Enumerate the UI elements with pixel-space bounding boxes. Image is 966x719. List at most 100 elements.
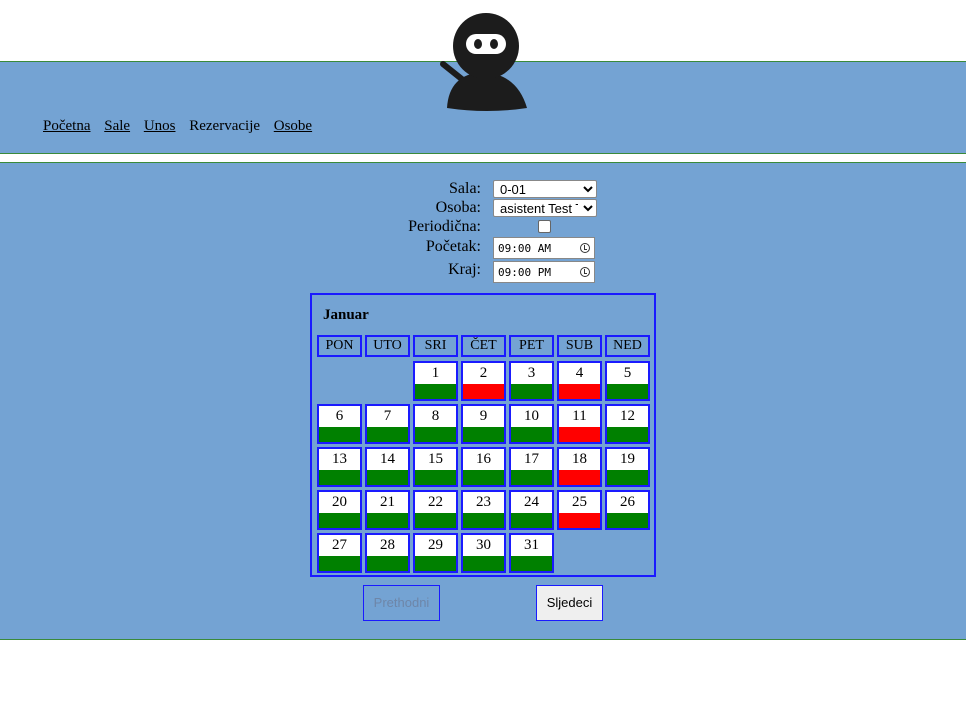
next-button[interactable]: Sljedeci <box>536 585 603 621</box>
availability-bar-free <box>415 470 456 485</box>
availability-bar-busy <box>559 470 600 485</box>
periodicna-checkbox[interactable] <box>538 220 551 233</box>
calendar-day-cell[interactable]: 21 <box>365 490 410 530</box>
day-number: 28 <box>380 537 395 553</box>
calendar-day-cell[interactable]: 24 <box>509 490 554 530</box>
calendar-day-cell[interactable]: 11 <box>557 404 602 444</box>
calendar-day-cell[interactable]: 15 <box>413 447 458 487</box>
day-number: 1 <box>431 365 440 381</box>
availability-bar-free <box>367 556 408 571</box>
day-number: 29 <box>428 537 443 553</box>
calendar-day-cell[interactable]: 13 <box>317 447 362 487</box>
day-number: 2 <box>479 365 488 381</box>
availability-bar-busy <box>559 513 600 528</box>
day-number: 5 <box>623 365 632 381</box>
nav-item-sale[interactable]: Sale <box>104 118 130 134</box>
availability-bar-free <box>511 470 552 485</box>
weekday-header: SUB <box>557 335 602 357</box>
calendar-day-cell[interactable]: 19 <box>605 447 650 487</box>
calendar-day-cell[interactable]: 23 <box>461 490 506 530</box>
day-number: 3 <box>527 365 536 381</box>
day-number: 7 <box>383 408 392 424</box>
weekday-header: PON <box>317 335 362 357</box>
calendar-day-cell[interactable]: 22 <box>413 490 458 530</box>
day-number: 23 <box>476 494 491 510</box>
month-title: Januar <box>323 307 369 323</box>
nav-item-unos[interactable]: Unos <box>144 118 176 134</box>
main-nav: Početna Sale Unos Rezervacije Osobe <box>43 118 322 135</box>
day-number: 12 <box>620 408 635 424</box>
nav-item-pocetna[interactable]: Početna <box>43 118 90 134</box>
day-number: 13 <box>332 451 347 467</box>
sala-label: Sala: <box>449 180 481 197</box>
weekday-header: NED <box>605 335 650 357</box>
calendar-day-cell[interactable]: 4 <box>557 361 602 401</box>
calendar-day-cell[interactable]: 8 <box>413 404 458 444</box>
clock-icon[interactable] <box>580 243 590 253</box>
osoba-label: Osoba: <box>435 199 481 216</box>
day-number: 17 <box>524 451 539 467</box>
availability-bar-free <box>607 513 648 528</box>
availability-bar-busy <box>463 384 504 399</box>
periodicna-label: Periodična: <box>408 218 481 235</box>
calendar-day-cell[interactable]: 6 <box>317 404 362 444</box>
availability-bar-free <box>319 513 360 528</box>
calendar-day-cell[interactable]: 1 <box>413 361 458 401</box>
day-number: 14 <box>380 451 395 467</box>
availability-bar-free <box>319 470 360 485</box>
kraj-time-input[interactable]: 09:00 PM <box>493 261 595 283</box>
availability-bar-free <box>511 556 552 571</box>
availability-bar-free <box>607 384 648 399</box>
day-number: 26 <box>620 494 635 510</box>
availability-bar-busy <box>559 427 600 442</box>
day-number: 31 <box>524 537 539 553</box>
ninja-logo-icon <box>440 13 527 111</box>
nav-item-osobe[interactable]: Osobe <box>274 118 312 134</box>
pocetak-time-input[interactable]: 09:00 AM <box>493 237 595 259</box>
calendar-day-cell[interactable]: 10 <box>509 404 554 444</box>
day-number: 27 <box>332 537 347 553</box>
availability-bar-free <box>607 427 648 442</box>
calendar-day-cell[interactable]: 26 <box>605 490 650 530</box>
prev-button[interactable]: Prethodni <box>363 585 440 621</box>
calendar-day-cell[interactable]: 3 <box>509 361 554 401</box>
calendar-day-cell[interactable]: 9 <box>461 404 506 444</box>
calendar-day-cell[interactable]: 5 <box>605 361 650 401</box>
availability-bar-free <box>463 513 504 528</box>
calendar-day-cell[interactable]: 2 <box>461 361 506 401</box>
sala-select[interactable]: 0-01 <box>493 180 597 198</box>
weekday-header: PET <box>509 335 554 357</box>
calendar-day-cell[interactable]: 7 <box>365 404 410 444</box>
calendar-day-cell[interactable]: 18 <box>557 447 602 487</box>
availability-bar-free <box>415 427 456 442</box>
availability-bar-free <box>367 427 408 442</box>
calendar-day-cell[interactable]: 30 <box>461 533 506 573</box>
availability-bar-free <box>415 556 456 571</box>
calendar-day-cell[interactable]: 25 <box>557 490 602 530</box>
clock-icon[interactable] <box>580 267 590 277</box>
day-number: 8 <box>431 408 440 424</box>
calendar-day-cell[interactable]: 16 <box>461 447 506 487</box>
availability-bar-free <box>415 384 456 399</box>
nav-item-rezervacije: Rezervacije <box>189 118 261 134</box>
weekday-header: UTO <box>365 335 410 357</box>
day-number: 15 <box>428 451 443 467</box>
weekday-header: ČET <box>461 335 506 357</box>
calendar-day-cell[interactable]: 17 <box>509 447 554 487</box>
availability-bar-free <box>367 513 408 528</box>
calendar-day-cell[interactable]: 29 <box>413 533 458 573</box>
day-number: 4 <box>575 365 584 381</box>
pocetak-label: Početak: <box>425 238 481 255</box>
availability-bar-free <box>511 513 552 528</box>
osoba-select[interactable]: asistent Test Te <box>493 199 597 217</box>
calendar-day-cell[interactable]: 27 <box>317 533 362 573</box>
availability-bar-free <box>319 556 360 571</box>
day-number: 6 <box>335 408 344 424</box>
calendar-day-cell[interactable]: 20 <box>317 490 362 530</box>
day-number: 24 <box>524 494 539 510</box>
calendar-day-cell[interactable]: 28 <box>365 533 410 573</box>
calendar-day-cell[interactable]: 12 <box>605 404 650 444</box>
availability-bar-free <box>463 427 504 442</box>
calendar-day-cell[interactable]: 14 <box>365 447 410 487</box>
calendar-day-cell[interactable]: 31 <box>509 533 554 573</box>
